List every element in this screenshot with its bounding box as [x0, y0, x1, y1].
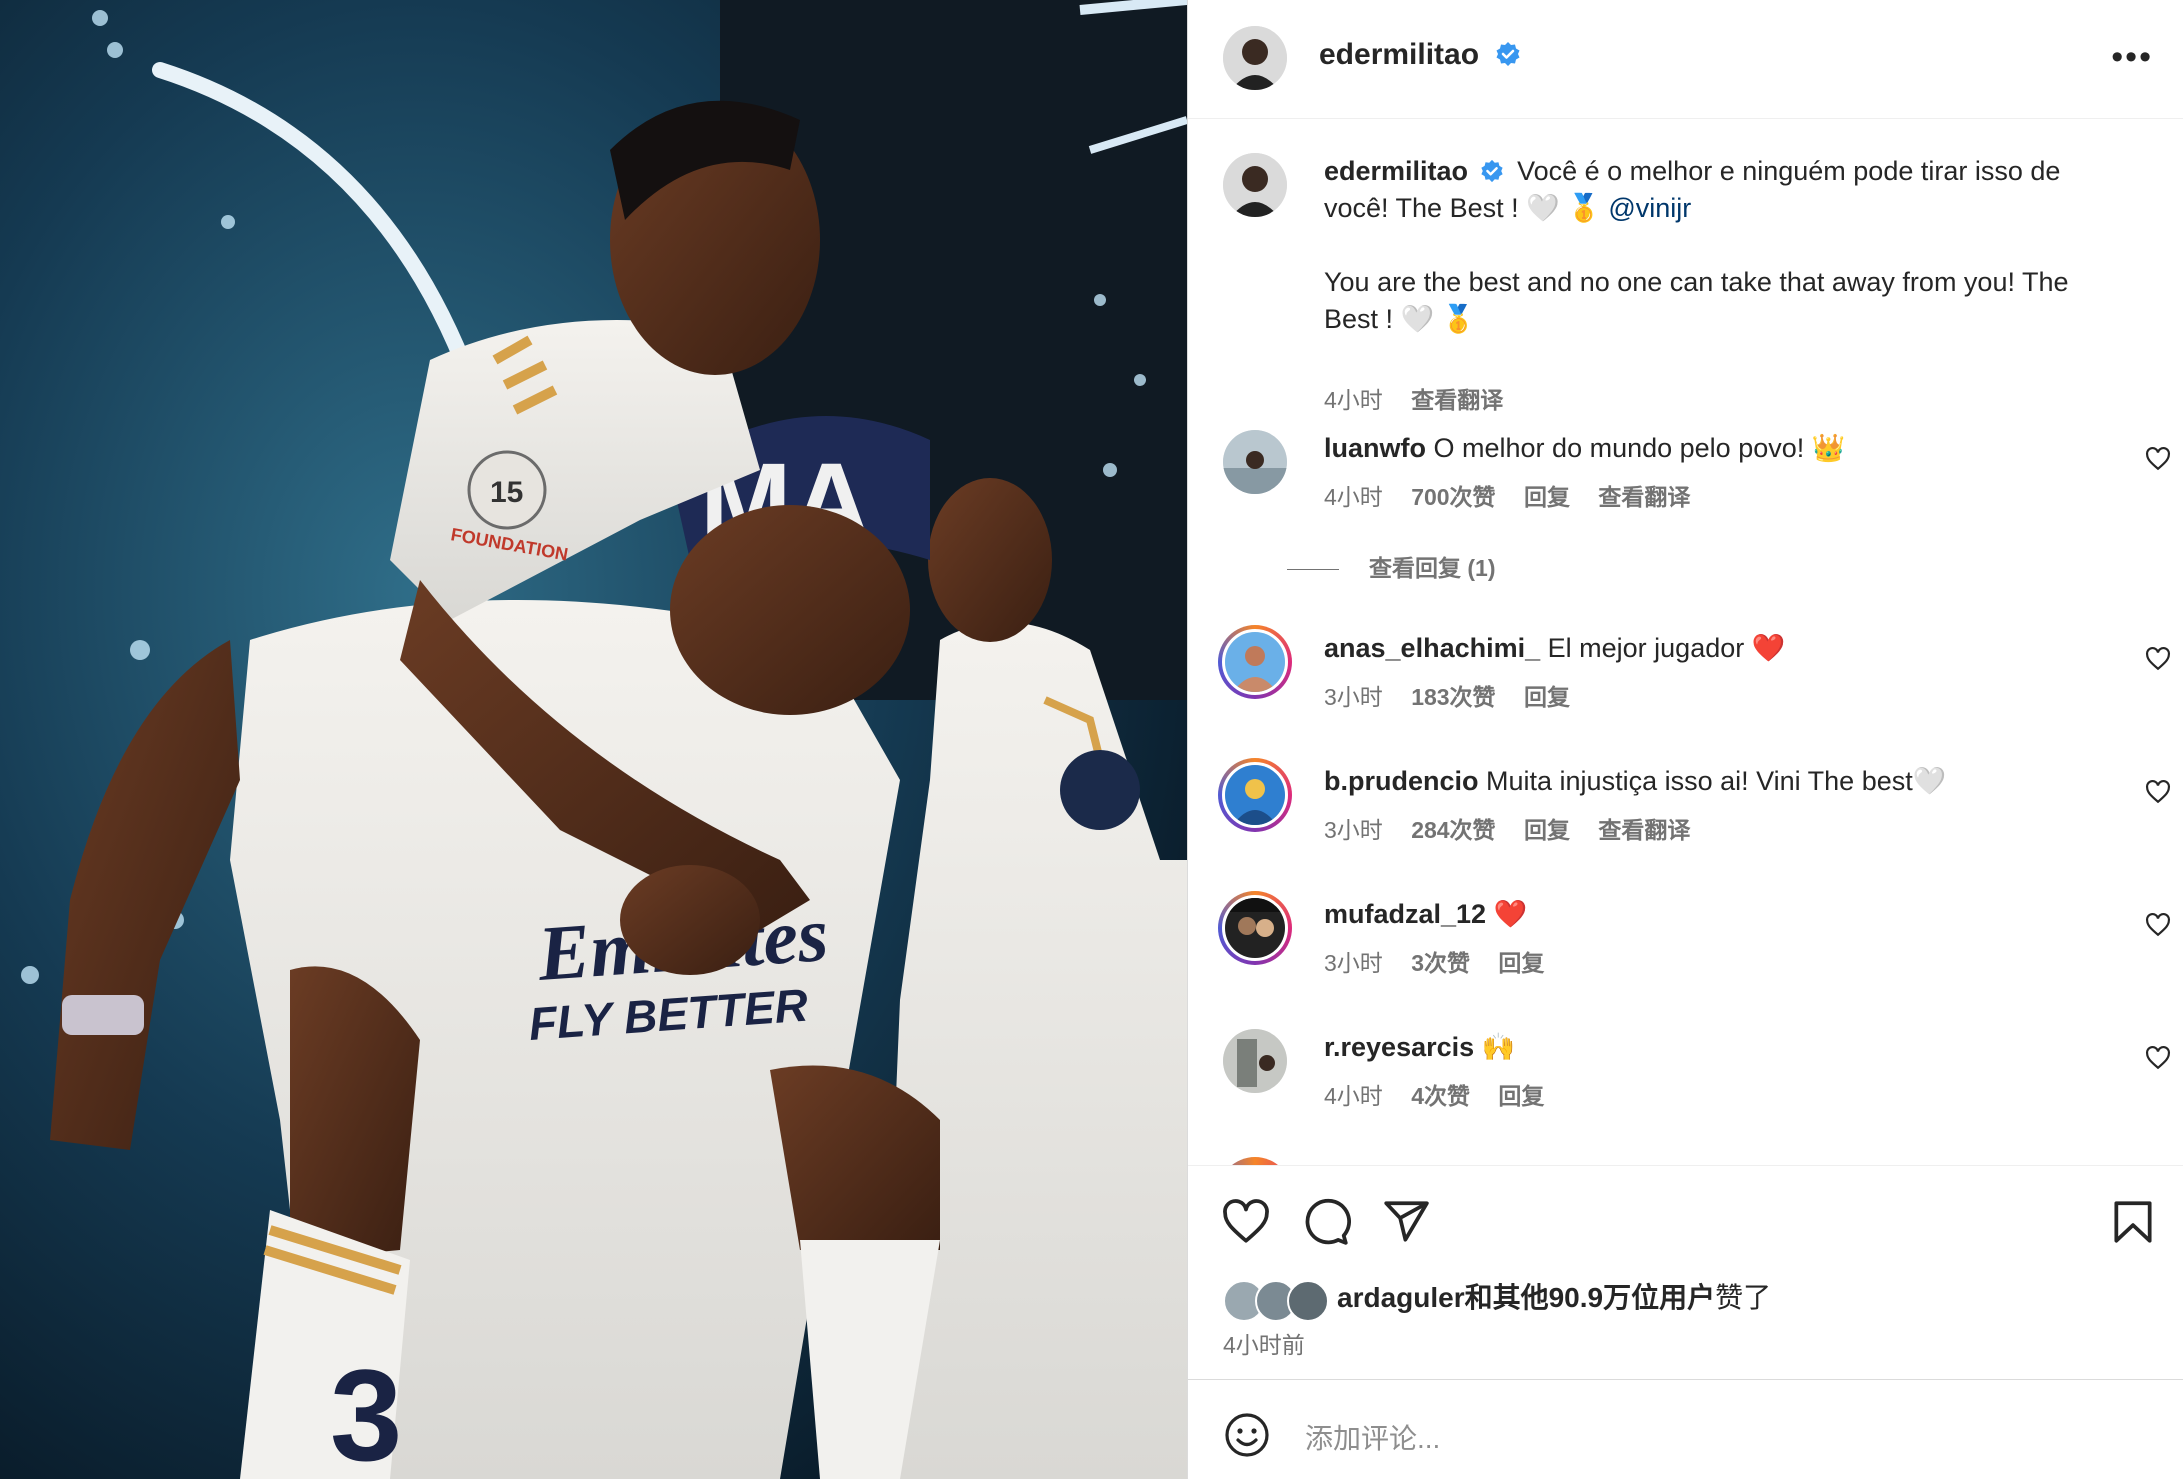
liker-avatar: [1287, 1279, 1329, 1322]
comment-time[interactable]: 3小时: [1324, 950, 1383, 976]
like-heart-icon[interactable]: [1221, 1197, 1271, 1247]
author-username[interactable]: edermilitao: [1319, 38, 1521, 72]
comment-username[interactable]: b.prudencio: [1324, 766, 1479, 796]
comment-time[interactable]: 4小时: [1324, 484, 1383, 510]
view-replies-label[interactable]: 查看回复 (1): [1369, 555, 1496, 581]
post-side-panel: edermilitao ••• edermilitao Você é o mel…: [1187, 0, 2183, 1479]
photo-image: MA Emirates FLY BETTER 15 FOUNDATION 3: [0, 0, 1187, 1479]
comment-meta: 4小时 4次赞 回复: [1324, 1077, 1566, 1111]
likes-count-text[interactable]: 和其他90.9万位用户: [1465, 1282, 1716, 1313]
caption-meta: 4小时 查看翻译: [1324, 381, 1525, 415]
comment-meta: 3小时 3次赞 回复: [1324, 944, 1566, 978]
comment-like-heart-icon[interactable]: [2145, 912, 2171, 938]
comment-text: Muita injustiça isso ai! Vini The best🤍: [1486, 766, 1947, 796]
add-comment-bar: 添加评论...: [1188, 1379, 2183, 1479]
caption-translate-button[interactable]: 查看翻译: [1411, 387, 1503, 413]
comment-likes[interactable]: 183次赞: [1411, 684, 1495, 710]
comment-like-heart-icon[interactable]: [2145, 1045, 2171, 1071]
story-ring[interactable]: [1218, 1157, 1292, 1165]
likes-suffix: 赞了: [1715, 1282, 1772, 1313]
author-avatar[interactable]: [1223, 26, 1287, 90]
comment-meta: 3小时 284次赞 回复 查看翻译: [1324, 811, 1712, 845]
comment-reply-button[interactable]: 回复: [1524, 817, 1570, 843]
caption-avatar[interactable]: [1223, 153, 1287, 217]
comment-translate-button[interactable]: 查看翻译: [1598, 817, 1690, 843]
verified-badge-icon: [1480, 159, 1503, 183]
comment-translate-button[interactable]: 查看翻译: [1598, 484, 1690, 510]
share-send-icon[interactable]: [1381, 1197, 1431, 1247]
comment-username[interactable]: anas_elhachimi_: [1324, 633, 1540, 663]
caption-mention[interactable]: @vinijr: [1608, 193, 1691, 223]
comment-reply-button[interactable]: 回复: [1524, 684, 1570, 710]
comment-text: O melhor do mundo pelo povo! 👑: [1433, 433, 1846, 463]
comment-likes[interactable]: 4次赞: [1411, 1083, 1470, 1109]
story-ring[interactable]: [1218, 891, 1292, 965]
comment-input[interactable]: 添加评论...: [1305, 1417, 1440, 1457]
comment-meta: 3小时 183次赞 回复: [1324, 678, 1592, 712]
comment-like-heart-icon[interactable]: [2145, 646, 2171, 672]
comment-reply-button[interactable]: 回复: [1524, 484, 1570, 510]
comment-meta: 4小时 700次赞 回复 查看翻译: [1324, 478, 1712, 512]
comment-avatar[interactable]: [1223, 1029, 1287, 1093]
comment-likes[interactable]: 700次赞: [1411, 484, 1495, 510]
comment-avatar[interactable]: [1222, 895, 1288, 961]
caption-body: edermilitao Você é o melhor e ninguém po…: [1324, 153, 2104, 338]
shirt-number: 3: [330, 1342, 402, 1479]
comment-time[interactable]: 3小时: [1324, 684, 1383, 710]
comments-feed[interactable]: edermilitao Você é o melhor e ninguém po…: [1188, 119, 2183, 1165]
comment-text: 🙌: [1481, 1032, 1516, 1062]
patch-text: 15: [490, 476, 523, 509]
caption-text-en: You are the best and no one can take tha…: [1324, 267, 2069, 334]
comment-likes[interactable]: 3次赞: [1411, 950, 1470, 976]
emoji-smile-icon[interactable]: [1223, 1411, 1271, 1459]
comment-likes[interactable]: 284次赞: [1411, 817, 1495, 843]
comment-bubble-icon[interactable]: [1301, 1197, 1351, 1247]
comment-body: mufadzal_12 ❤️: [1324, 896, 2104, 933]
more-options-button[interactable]: •••: [2111, 40, 2153, 74]
comment-like-heart-icon[interactable]: [2145, 446, 2171, 472]
comment-avatar[interactable]: [1223, 430, 1287, 494]
comment-body: anas_elhachimi_ El mejor jugador ❤️: [1324, 630, 2104, 667]
post-photo[interactable]: MA Emirates FLY BETTER 15 FOUNDATION 3: [0, 0, 1187, 1479]
comment-reply-button[interactable]: 回复: [1498, 950, 1544, 976]
comment-text: El mejor jugador ❤️: [1547, 633, 1786, 663]
comment-avatar[interactable]: [1222, 629, 1288, 695]
view-replies-button[interactable]: 查看回复 (1): [1287, 549, 1496, 583]
comment-username[interactable]: r.reyesarcis: [1324, 1032, 1474, 1062]
comment-body: b.prudencio Muita injustiça isso ai! Vin…: [1324, 763, 2104, 800]
story-ring[interactable]: [1218, 758, 1292, 832]
comment-body: luanwfo O melhor do mundo pelo povo! 👑: [1324, 430, 2104, 467]
author-username-text[interactable]: edermilitao: [1319, 38, 1479, 71]
replies-divider: [1287, 569, 1339, 571]
liker-avatars: [1223, 1279, 1331, 1322]
caption-username[interactable]: edermilitao: [1324, 156, 1468, 186]
save-bookmark-icon[interactable]: [2108, 1197, 2158, 1247]
story-ring[interactable]: [1218, 625, 1292, 699]
comment-body: r.reyesarcis 🙌: [1324, 1029, 2104, 1066]
post-timestamp[interactable]: 4小时前: [1223, 1326, 1305, 1360]
verified-badge-icon: [1496, 42, 1520, 66]
caption-time[interactable]: 4小时: [1324, 387, 1383, 413]
comment-avatar[interactable]: [1222, 762, 1288, 828]
comment-username[interactable]: mufadzal_12: [1324, 899, 1486, 929]
post-actions: ardaguler和其他90.9万位用户赞了 4小时前: [1188, 1165, 2183, 1379]
comment-text: ❤️: [1493, 899, 1528, 929]
likes-summary[interactable]: ardaguler和其他90.9万位用户赞了: [1223, 1276, 1772, 1322]
comment-like-heart-icon[interactable]: [2145, 779, 2171, 805]
comment-time[interactable]: 3小时: [1324, 817, 1383, 843]
post-header: edermilitao •••: [1188, 0, 2183, 119]
likes-user[interactable]: ardaguler: [1337, 1282, 1465, 1313]
comment-reply-button[interactable]: 回复: [1498, 1083, 1544, 1109]
comment-time[interactable]: 4小时: [1324, 1083, 1383, 1109]
comment-username[interactable]: luanwfo: [1324, 433, 1426, 463]
